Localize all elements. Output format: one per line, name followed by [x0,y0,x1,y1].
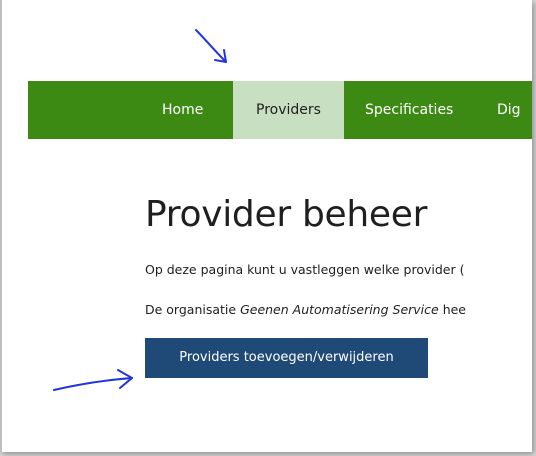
nav-item-dig[interactable]: Dig [497,81,521,139]
org-suffix: hee [438,302,466,317]
intro-text: Op deze pagina kunt u vastleggen welke p… [145,262,465,277]
page-title: Provider beheer [145,194,428,235]
org-prefix: De organisatie [145,302,241,317]
main-navigation: Home Providers Specificaties Dig [28,81,532,139]
screenshot-canvas: Home Providers Specificaties Dig Provide… [0,0,532,452]
nav-item-providers[interactable]: Providers [233,81,344,139]
organisation-name: Geenen Automatisering Service [240,302,439,317]
add-remove-providers-button[interactable]: Providers toevoegen/verwijderen [145,338,428,378]
nav-item-specificaties[interactable]: Specificaties [365,81,453,139]
nav-item-home[interactable]: Home [162,81,203,139]
annotation-arrow-right-icon [53,369,133,391]
window-edge [0,0,2,452]
organisation-text: De organisatie Geenen Automatisering Ser… [145,302,466,317]
annotation-arrow-down-icon [195,29,227,63]
